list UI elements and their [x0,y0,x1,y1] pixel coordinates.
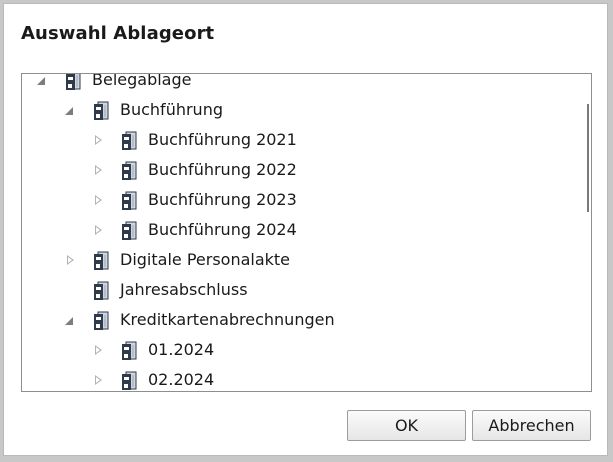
binder-icon [66,74,81,90]
tree-node[interactable]: 01.2024 [22,335,591,365]
expanded-arrow-icon[interactable] [37,77,45,85]
tree-node-label: Buchführung 2022 [148,160,297,179]
binder-icon [122,191,137,210]
vertical-scrollbar[interactable] [587,104,589,212]
collapsed-arrow-icon[interactable] [95,135,102,145]
expanded-arrow-icon[interactable] [65,317,73,325]
tree-node[interactable]: Digitale Personalakte [22,245,591,275]
tree-node[interactable]: 02.2024 [22,365,591,391]
collapsed-arrow-icon[interactable] [95,195,102,205]
collapsed-arrow-icon[interactable] [95,345,102,355]
tree-node-label: Buchführung 2024 [148,220,297,239]
tree-node[interactable]: Buchführung 2023 [22,185,591,215]
tree-node-label: Belegablage [92,73,192,89]
binder-icon [122,341,137,360]
collapsed-arrow-icon[interactable] [95,225,102,235]
tree-node-label: Buchführung 2023 [148,190,297,209]
expanded-arrow-icon[interactable] [65,107,73,115]
location-dialog: Auswahl Ablageort Belegablage Buchführung… [3,3,608,456]
binder-icon [122,221,137,240]
dialog-title: Auswahl Ablageort [21,23,215,44]
folder-tree[interactable]: Belegablage Buchführung Buchführung 2021 Bu… [21,73,592,392]
tree-node[interactable]: Buchführung 2022 [22,155,591,185]
binder-icon [94,251,109,270]
ok-button[interactable]: OK [347,410,466,441]
tree-node[interactable]: Buchführung [22,95,591,125]
binder-icon [122,371,137,390]
tree-node[interactable]: Belegablage [22,73,591,95]
tree-node-label: Digitale Personalakte [120,250,291,269]
collapsed-arrow-icon[interactable] [95,375,102,385]
tree-node[interactable]: Buchführung 2021 [22,125,591,155]
tree-node[interactable]: Jahresabschluss [22,275,591,305]
tree-node-label: Kreditkartenabrechnungen [120,310,335,329]
cancel-button[interactable]: Abbrechen [472,410,591,441]
tree-node-label: 01.2024 [148,340,215,359]
binder-icon [122,161,137,180]
collapsed-arrow-icon[interactable] [67,255,74,265]
tree-node-label: Buchführung 2021 [148,130,297,149]
binder-icon [94,281,109,300]
binder-icon [94,101,109,120]
tree-node-label: Buchführung [120,100,223,119]
binder-icon [94,311,109,330]
tree-node-label: 02.2024 [148,370,215,389]
collapsed-arrow-icon[interactable] [95,165,102,175]
tree-node[interactable]: Kreditkartenabrechnungen [22,305,591,335]
tree-node[interactable]: Buchführung 2024 [22,215,591,245]
binder-icon [122,131,137,150]
tree-node-label: Jahresabschluss [120,280,248,299]
